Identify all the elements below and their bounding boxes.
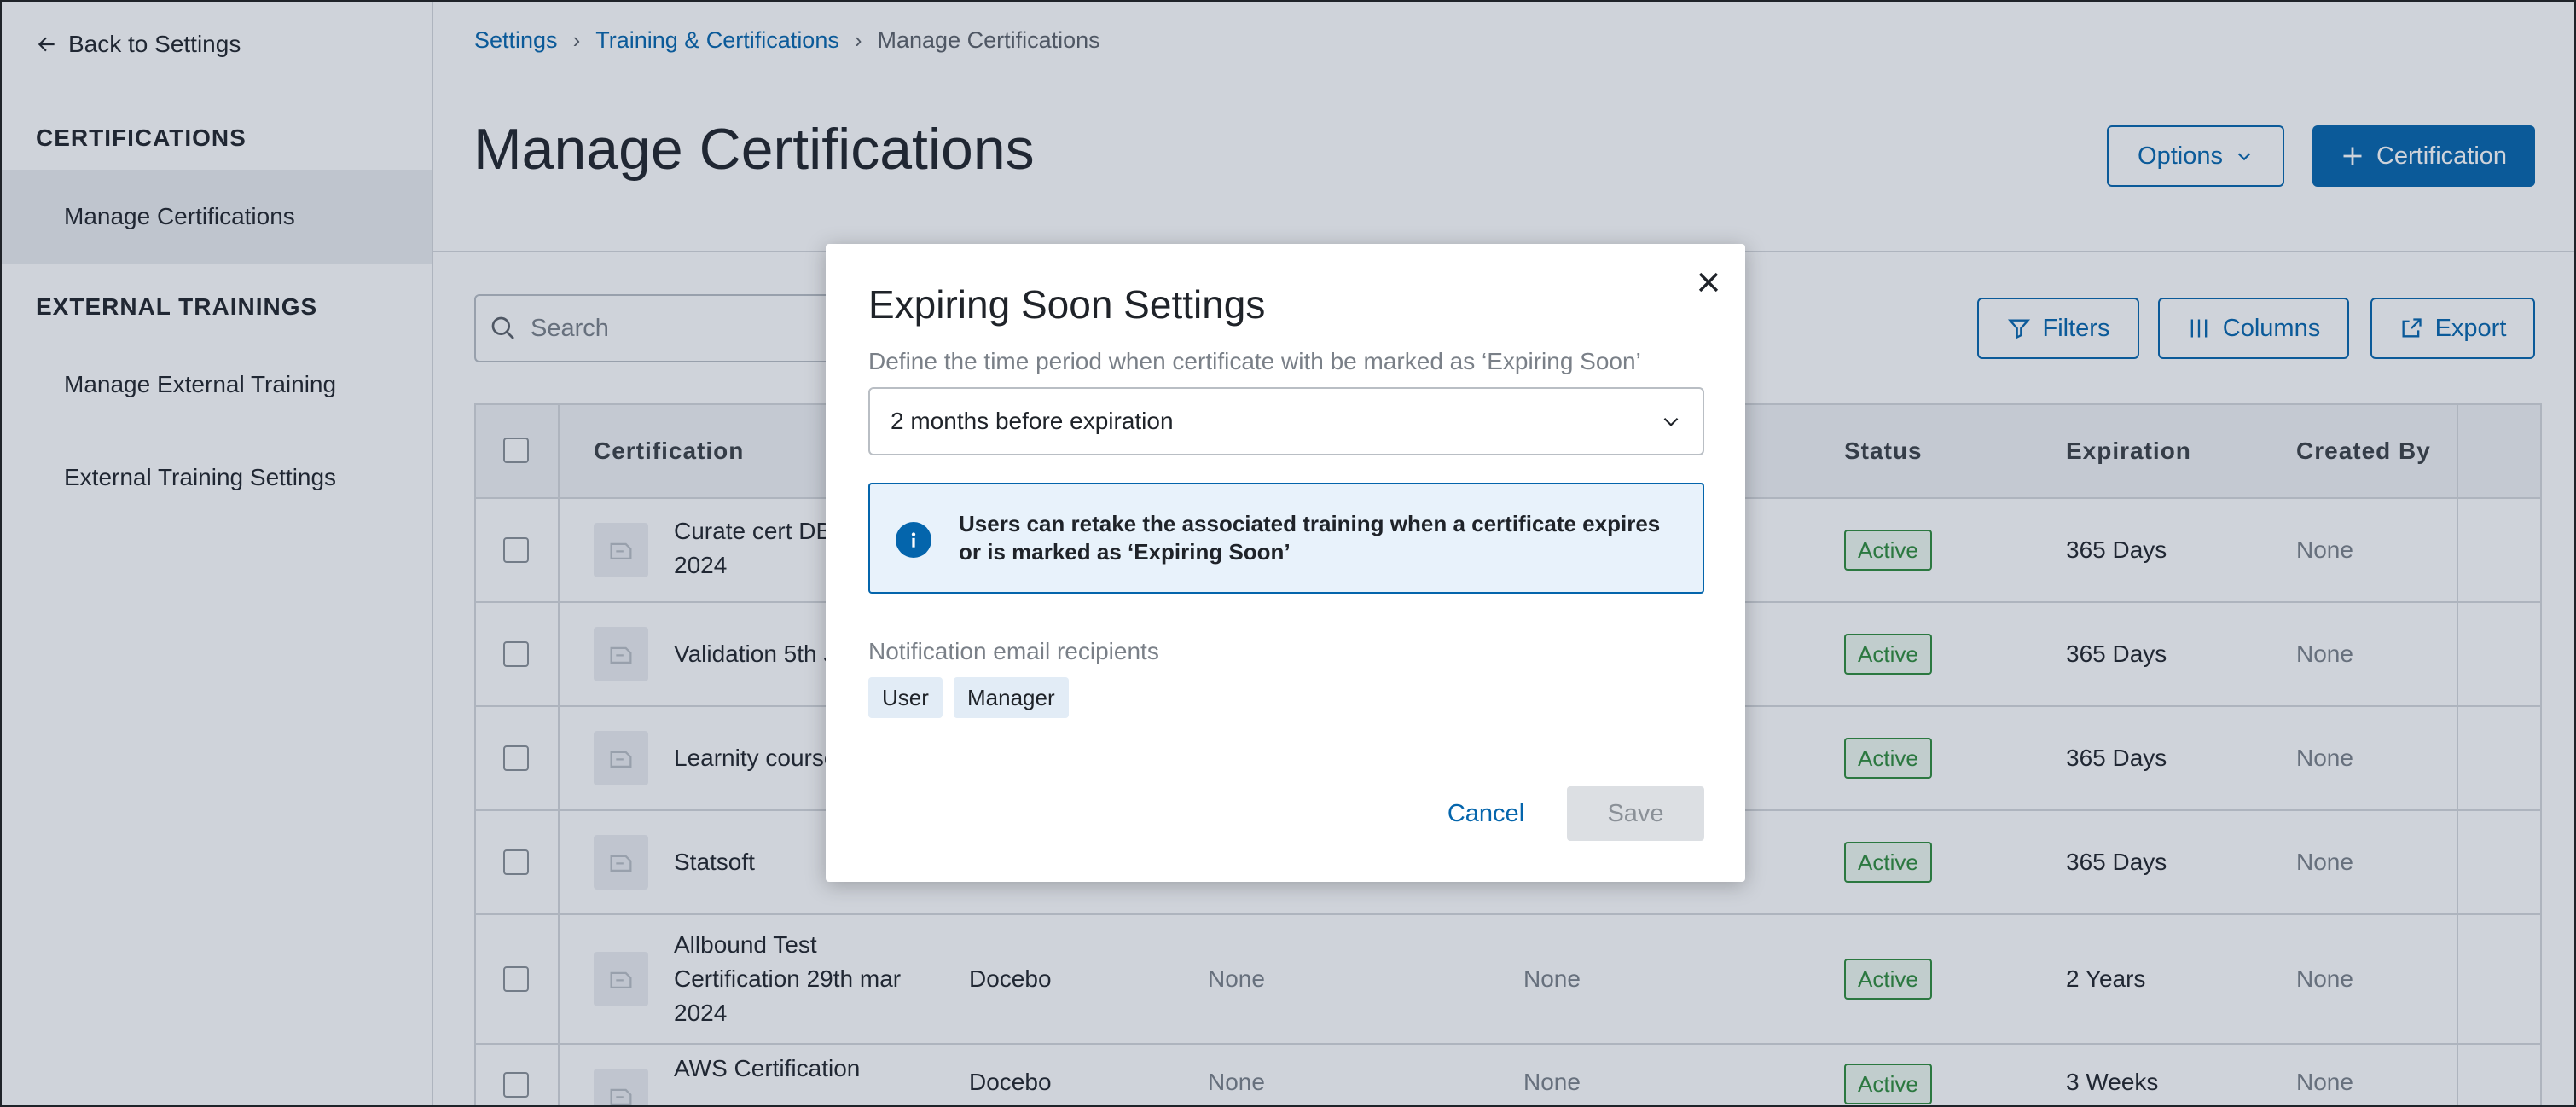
recipient-chip-user[interactable]: User [868, 677, 943, 718]
info-banner: Users can retake the associated training… [868, 483, 1704, 594]
select-value: 2 months before expiration [891, 408, 1174, 434]
app-frame: Back to Settings CERTIFICATIONS Manage C… [0, 0, 2576, 1107]
dialog-description: Define the time period when certificate … [868, 348, 1641, 374]
chevron-down-icon [1663, 417, 1679, 426]
dialog-title: Expiring Soon Settings [868, 282, 1266, 327]
save-button[interactable]: Save [1567, 786, 1704, 841]
close-icon [1698, 272, 1719, 293]
expiring-soon-settings-dialog: Expiring Soon Settings Define the time p… [826, 244, 1745, 882]
recipients-label: Notification email recipients [868, 638, 1159, 664]
recipient-chip-manager[interactable]: Manager [954, 677, 1069, 718]
close-button[interactable] [1691, 264, 1726, 300]
expiration-period-select[interactable]: 2 months before expiration [868, 387, 1704, 455]
info-text: Users can retake the associated training… [959, 511, 1661, 565]
info-icon [896, 522, 931, 558]
cancel-button[interactable]: Cancel [1426, 786, 1546, 841]
